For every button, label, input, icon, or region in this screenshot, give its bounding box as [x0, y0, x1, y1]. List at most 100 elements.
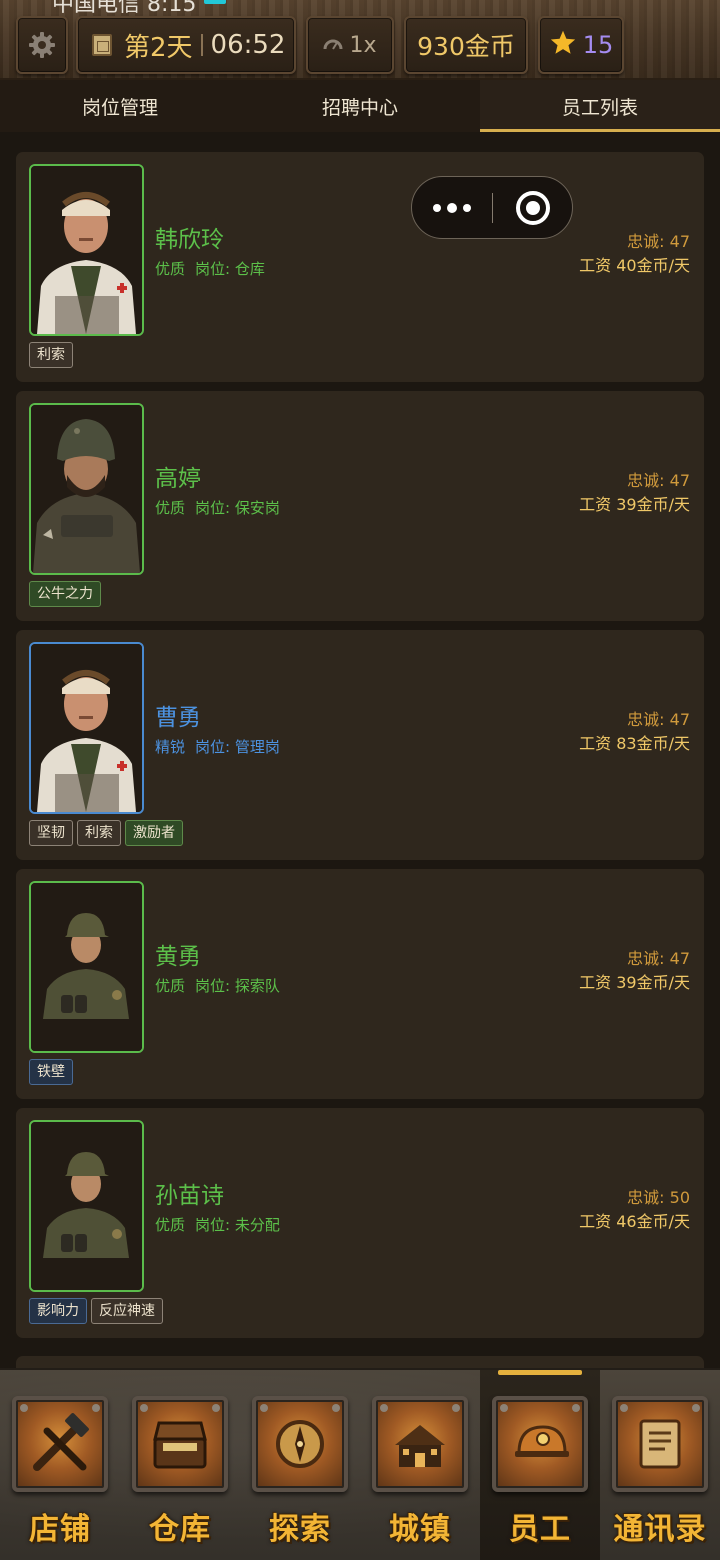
trait-tag: 公牛之力	[29, 581, 101, 607]
trait-tag: 利索	[77, 820, 121, 846]
close-miniprogram-button[interactable]	[516, 191, 550, 225]
trait-tag: 激励者	[125, 820, 183, 846]
employee-loyalty: 忠诚: 47	[627, 471, 690, 490]
game-clock: 06:52	[210, 30, 286, 60]
employee-position: 岗位: 管理岗	[195, 738, 280, 756]
shop-tools-icon	[12, 1396, 108, 1492]
treasure-chest-icon	[132, 1396, 228, 1492]
divider	[492, 193, 493, 223]
gear-icon	[27, 30, 57, 60]
address-book-icon	[612, 1396, 708, 1492]
trait-tag: 坚韧	[29, 820, 73, 846]
trait-tag: 利索	[29, 342, 73, 368]
employee-loyalty: 忠诚: 47	[627, 710, 690, 729]
employee-card[interactable]: 孙苗诗 优质 岗位: 未分配 忠诚: 50 工资 46金币/天 影响力 反应神速	[16, 1108, 704, 1338]
gold-display: 930金币	[404, 16, 528, 74]
nav-label: 店铺	[29, 1512, 91, 1547]
more-options-button[interactable]	[412, 177, 492, 238]
employee-name: 曹勇	[155, 705, 201, 731]
compass-icon	[252, 1396, 348, 1492]
nav-explore[interactable]: 探索	[240, 1370, 360, 1560]
employee-wage: 工资 46金币/天	[579, 1212, 690, 1231]
star-display: 15	[538, 16, 624, 74]
employee-position: 岗位: 保安岗	[195, 499, 280, 517]
gold-amount: 930金币	[417, 32, 515, 61]
nav-label: 仓库	[149, 1512, 211, 1547]
employee-card[interactable]: 黄勇 优质 岗位: 探索队 忠诚: 47 工资 39金币/天 铁壁	[16, 869, 704, 1099]
employee-list: 韩欣玲 优质岗位: 仓库 忠诚: 47 工资 40金币/天 利索 高婷 优质岗	[16, 152, 704, 1347]
system-status-bar: 中国电信 8:15	[0, 0, 720, 17]
employee-wage: 工资 39金币/天	[579, 495, 690, 514]
employee-wage: 工资 83金币/天	[579, 734, 690, 753]
employee-quality: 优质	[155, 1216, 186, 1234]
status-icons	[468, 0, 668, 6]
nav-label: 探索	[269, 1512, 331, 1547]
bottom-nav: 店铺 仓库 探索 城镇 员工 通讯录	[0, 1368, 720, 1560]
employee-name: 黄勇	[155, 944, 201, 970]
employee-loyalty: 忠诚: 47	[627, 949, 690, 968]
tab-bar: 岗位管理 招聘中心 员工列表	[0, 80, 720, 132]
employee-name: 韩欣玲	[155, 227, 224, 253]
employee-wage: 工资 40金币/天	[579, 256, 690, 275]
soldier-portrait	[29, 881, 144, 1053]
employee-name: 高婷	[155, 466, 201, 492]
employee-meta: 优质 岗位: 保安岗	[155, 497, 280, 518]
tab-recruitment[interactable]: 招聘中心	[240, 80, 480, 132]
trait-tags: 公牛之力	[29, 581, 101, 607]
dot-icon	[433, 203, 441, 212]
top-hud-bar: 中国电信 8:15 第2天 06:52 1x 930金币 15	[0, 0, 720, 80]
trait-tags: 利索	[29, 342, 73, 368]
employee-wage: 工资 39金币/天	[579, 973, 690, 992]
employee-card[interactable]: 韩欣玲 优质 岗位: 仓库 忠诚: 47 工资 40金币/天 利索	[16, 152, 704, 382]
town-icon	[372, 1396, 468, 1492]
nav-label: 员工	[509, 1512, 571, 1547]
star-count: 15	[582, 31, 614, 59]
nav-shop[interactable]: 店铺	[0, 1370, 120, 1560]
employee-position: 岗位: 仓库	[195, 260, 265, 278]
dot-icon	[463, 203, 471, 212]
security-portrait	[29, 403, 144, 575]
nav-employees[interactable]: 员工	[480, 1370, 600, 1560]
employee-quality: 精锐	[155, 738, 186, 756]
employee-quality: 优质	[155, 499, 186, 517]
nav-label: 通讯录	[613, 1512, 707, 1547]
speed-value: 1x	[349, 32, 377, 58]
medic-portrait	[29, 164, 144, 336]
employee-position: 岗位: 探索队	[195, 977, 280, 995]
employee-meta: 精锐 岗位: 管理岗	[155, 736, 280, 757]
nav-warehouse[interactable]: 仓库	[120, 1370, 240, 1560]
employee-quality: 优质	[155, 977, 186, 995]
medic-portrait	[29, 642, 144, 814]
speedometer-icon	[323, 35, 343, 55]
dot-icon	[447, 202, 457, 213]
employee-loyalty: 忠诚: 50	[627, 1188, 690, 1207]
employee-card[interactable]: 曹勇 精锐 岗位: 管理岗 忠诚: 47 工资 83金币/天 坚韧 利索 激励者	[16, 630, 704, 860]
speed-button[interactable]: 1x	[306, 16, 394, 74]
trait-tags: 影响力 反应神速	[29, 1298, 163, 1324]
day-counter: 第2天	[124, 32, 193, 63]
employee-loyalty: 忠诚: 47	[627, 232, 690, 251]
calendar-icon	[92, 34, 112, 56]
trait-tag: 反应神速	[91, 1298, 163, 1324]
settings-button[interactable]	[16, 16, 68, 74]
nav-label: 城镇	[389, 1512, 451, 1547]
miner-helmet-icon	[492, 1396, 588, 1492]
tab-employee-list[interactable]: 员工列表	[480, 80, 720, 132]
employee-card[interactable]: 高婷 优质 岗位: 保安岗 忠诚: 47 工资 39金币/天 公牛之力	[16, 391, 704, 621]
network-indicator-icon	[204, 0, 226, 4]
employee-quality: 优质	[155, 260, 186, 278]
nav-contacts[interactable]: 通讯录	[600, 1370, 720, 1560]
star-icon	[549, 29, 577, 61]
trait-tags: 坚韧 利索 激励者	[29, 820, 183, 846]
trait-tag: 铁壁	[29, 1059, 73, 1085]
trait-tag: 影响力	[29, 1298, 87, 1324]
nav-town[interactable]: 城镇	[360, 1370, 480, 1560]
day-time-display: 第2天 06:52	[76, 16, 296, 74]
trait-tags: 铁壁	[29, 1059, 73, 1085]
employee-meta: 优质 岗位: 未分配	[155, 1214, 280, 1235]
employee-meta: 优质 岗位: 探索队	[155, 975, 280, 996]
tab-position-management[interactable]: 岗位管理	[0, 80, 240, 132]
divider	[200, 34, 203, 56]
soldier-portrait	[29, 1120, 144, 1292]
miniprogram-capsule	[411, 176, 573, 239]
